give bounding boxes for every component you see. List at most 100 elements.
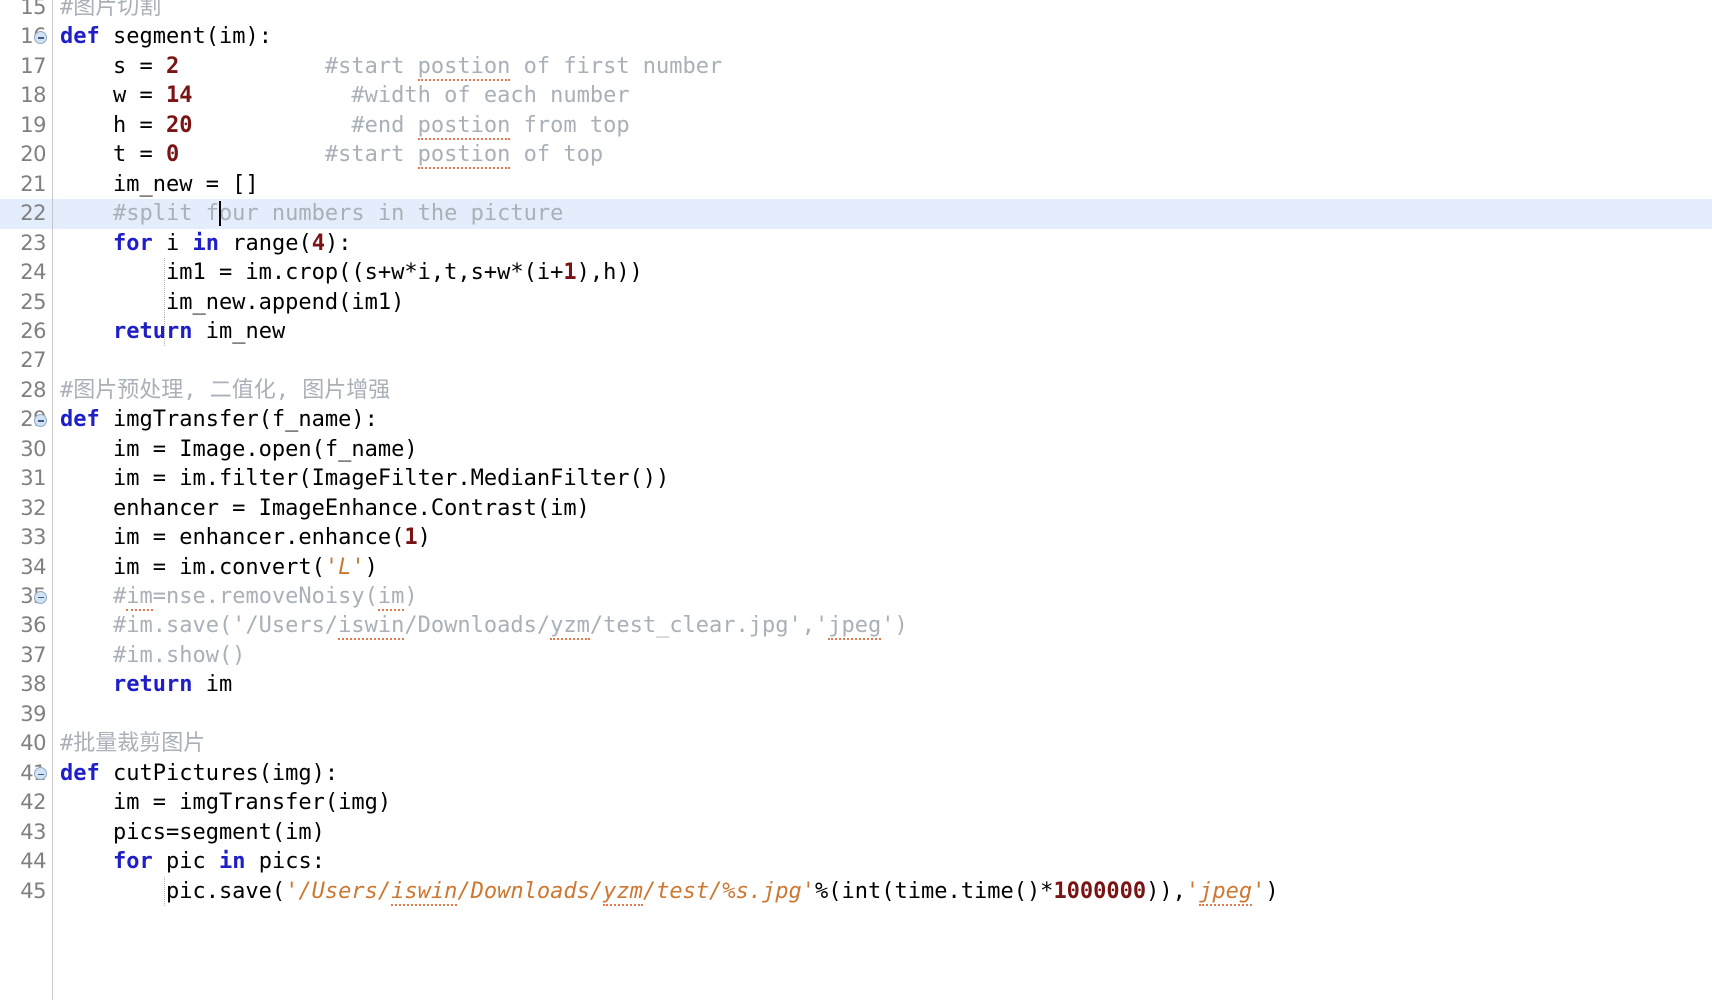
code-line[interactable]: 17 s = 2 #start postion of first number: [0, 52, 1712, 81]
code-text[interactable]: #图片预处理, 二值化, 图片增强: [60, 376, 390, 405]
code-text[interactable]: #im.save('/Users/iswin/Downloads/yzm/tes…: [60, 611, 908, 641]
token-cmt-sp: im: [126, 584, 153, 611]
line-number: 22: [20, 201, 46, 226]
code-line[interactable]: 37 #im.show(): [0, 641, 1712, 670]
code-line[interactable]: 26 return im_new: [0, 316, 1712, 347]
line-number: 31: [20, 466, 46, 491]
code-line[interactable]: 21 im_new = []: [0, 170, 1712, 199]
code-text[interactable]: #split four numbers in the picture: [60, 199, 563, 228]
line-number: 27: [20, 348, 46, 373]
token-num: 4: [311, 230, 325, 256]
token-plain: segment(im):: [99, 24, 272, 50]
code-line[interactable]: 27: [0, 346, 1712, 375]
code-line[interactable]: 20 t = 0 #start postion of top: [0, 140, 1712, 170]
line-number: 36: [20, 613, 46, 638]
token-plain: pics:: [245, 849, 325, 875]
code-line[interactable]: 16def segment(im):: [0, 22, 1712, 51]
token-plain: im1 = im.crop((s+w*i,t,s+w*(i+: [60, 260, 564, 286]
code-text[interactable]: im_new.append(im1): [60, 288, 404, 317]
token-cmt: #批量裁剪图片: [60, 731, 206, 757]
code-line[interactable]: 24 im1 = im.crop((s+w*i,t,s+w*(i+1),h)): [0, 258, 1712, 288]
code-line[interactable]: 33 im = enhancer.enhance(1): [0, 523, 1712, 552]
token-str-sp: iswin: [391, 878, 458, 906]
code-text[interactable]: s = 2 #start postion of first number: [60, 52, 722, 81]
code-line[interactable]: 38 return im: [0, 670, 1712, 699]
code-text[interactable]: for i in range(4):: [60, 229, 351, 258]
code-line[interactable]: 35 #im=nse.removeNoisy(im): [0, 582, 1712, 611]
token-plain: t =: [60, 142, 166, 168]
code-text[interactable]: im = im.filter(ImageFilter.MedianFilter(…: [60, 464, 669, 493]
code-line[interactable]: 19 h = 20 #end postion from top: [0, 111, 1712, 140]
code-line[interactable]: 32 enhancer = ImageEnhance.Contrast(im): [0, 494, 1712, 523]
code-line[interactable]: 41def cutPictures(img):: [0, 759, 1712, 788]
code-line[interactable]: 15 #图片切割: [0, 0, 1712, 22]
gutter-separator: [52, 0, 53, 1000]
code-line[interactable]: 22 #split four numbers in the picture: [0, 199, 1712, 229]
token-plain: ):: [324, 230, 352, 256]
code-text[interactable]: im = Image.open(f_name): [60, 435, 418, 464]
code-text[interactable]: #im.show(): [60, 641, 245, 670]
code-line[interactable]: 25 im_new.append(im1): [0, 287, 1712, 317]
code-text[interactable]: h = 20 #end postion from top: [60, 111, 630, 140]
token-num: 14: [165, 83, 193, 109]
line-number: 19: [20, 112, 46, 137]
code-text[interactable]: def segment(im):: [60, 22, 272, 51]
token-plain: s =: [60, 53, 166, 79]
code-line[interactable]: 28 #图片预处理, 二值化, 图片增强: [0, 376, 1712, 405]
fold-collapse-icon[interactable]: [34, 413, 47, 427]
code-line[interactable]: 40 #批量裁剪图片: [0, 729, 1712, 758]
code-text[interactable]: #图片切割: [60, 0, 161, 22]
code-text[interactable]: w = 14 #width of each number: [60, 81, 630, 110]
code-text[interactable]: im = im.convert('L'): [60, 553, 378, 582]
line-number: 21: [20, 171, 46, 196]
code-line[interactable]: 39: [0, 700, 1712, 729]
code-text[interactable]: return im: [60, 670, 232, 699]
token-cmt-sp: postion: [417, 53, 511, 81]
code-line[interactable]: 31 im = im.filter(ImageFilter.MedianFilt…: [0, 464, 1712, 493]
code-line[interactable]: 43 pics=segment(im): [0, 818, 1712, 847]
code-text[interactable]: im = enhancer.enhance(1): [60, 523, 431, 552]
fold-collapse-icon[interactable]: [34, 590, 47, 604]
token-plain: imgTransfer(f_name):: [99, 407, 378, 433]
token-plain: im = imgTransfer(img): [60, 790, 392, 816]
token-plain: ),h)): [576, 260, 643, 286]
token-plain: ): [364, 554, 378, 580]
line-number: 42: [20, 790, 46, 815]
token-kw: return: [112, 672, 193, 698]
code-text[interactable]: enhancer = ImageEnhance.Contrast(im): [60, 494, 590, 523]
token-cmt: of top: [510, 142, 604, 168]
code-text[interactable]: im1 = im.crop((s+w*i,t,s+w*(i+1),h)): [60, 258, 643, 287]
code-text[interactable]: #im=nse.removeNoisy(im): [60, 582, 418, 611]
line-number: 23: [20, 230, 46, 255]
code-line[interactable]: 36 #im.save('/Users/iswin/Downloads/yzm/…: [0, 611, 1712, 641]
code-text[interactable]: pic.save('/Users/iswin/Downloads/yzm/tes…: [60, 877, 1279, 906]
code-line[interactable]: 44 for pic in pics:: [0, 847, 1712, 876]
code-line[interactable]: 42 im = imgTransfer(img): [0, 788, 1712, 817]
code-line[interactable]: 29def imgTransfer(f_name):: [0, 405, 1712, 434]
code-text[interactable]: return im_new: [60, 317, 285, 346]
code-text[interactable]: im = imgTransfer(img): [60, 788, 391, 817]
code-line[interactable]: 34 im = im.convert('L'): [0, 553, 1712, 582]
code-line[interactable]: 45 pic.save('/Users/iswin/Downloads/yzm/…: [0, 876, 1712, 906]
code-line[interactable]: 18 w = 14 #width of each number: [0, 81, 1712, 110]
code-text[interactable]: def imgTransfer(f_name):: [60, 405, 378, 434]
code-text[interactable]: #批量裁剪图片: [60, 729, 205, 758]
line-number: 26: [20, 318, 46, 343]
code-text[interactable]: im_new = []: [60, 170, 259, 199]
code-text[interactable]: for pic in pics:: [60, 847, 325, 876]
token-cmt: #图片切割: [60, 0, 162, 20]
fold-collapse-icon[interactable]: [34, 30, 47, 44]
code-text[interactable]: pics=segment(im): [60, 818, 325, 847]
code-text[interactable]: t = 0 #start postion of top: [60, 140, 604, 170]
token-cmt: /test_clear.jpg',': [589, 613, 829, 639]
token-plain: %(int(time.time()*: [815, 878, 1054, 904]
line-number: 33: [20, 525, 46, 550]
code-line[interactable]: 23 for i in range(4):: [0, 229, 1712, 258]
token-num: 1000000: [1053, 878, 1147, 904]
code-text[interactable]: def cutPictures(img):: [60, 759, 338, 788]
code-editor[interactable]: 15 #图片切割16def segment(im):17 s = 2 #start…: [0, 0, 1712, 1000]
code-line[interactable]: 30 im = Image.open(f_name): [0, 435, 1712, 464]
token-str: /test/%s.jpg': [642, 878, 816, 904]
token-num: 1: [563, 260, 577, 286]
